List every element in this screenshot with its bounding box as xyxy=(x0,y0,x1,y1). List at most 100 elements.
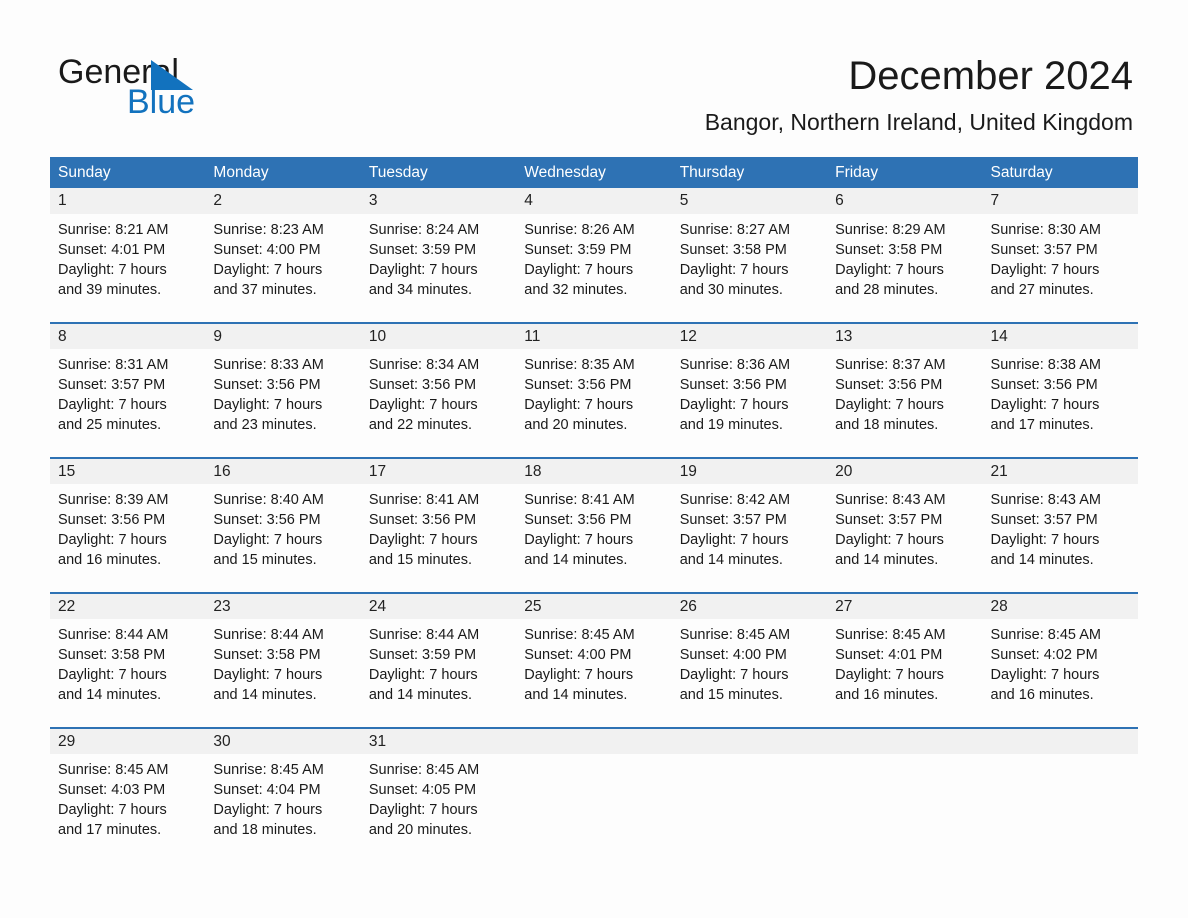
day-cell[interactable]: Sunrise: 8:26 AM Sunset: 3:59 PM Dayligh… xyxy=(516,214,672,323)
daylight-text-line2: and 14 minutes. xyxy=(213,687,317,703)
day-number[interactable]: 8 xyxy=(50,322,206,349)
sunrise-text: Sunrise: 8:34 AM xyxy=(368,357,480,373)
day-number[interactable]: 31 xyxy=(360,727,517,754)
day-number[interactable]: 18 xyxy=(516,457,672,484)
day-cell[interactable]: Sunrise: 8:35 AM Sunset: 3:56 PM Dayligh… xyxy=(516,349,672,458)
day-number[interactable]: 6 xyxy=(827,188,983,214)
sunrise-text: Sunrise: 8:38 AM xyxy=(990,357,1101,373)
sunset-text: Sunset: 3:56 PM xyxy=(524,512,632,528)
day-number[interactable]: 10 xyxy=(360,322,517,349)
day-number[interactable]: 5 xyxy=(671,188,828,214)
day-cell[interactable]: Sunrise: 8:45 AM Sunset: 4:01 PM Dayligh… xyxy=(827,619,983,728)
sunrise-text: Sunrise: 8:31 AM xyxy=(58,357,169,373)
day-cell[interactable]: Sunrise: 8:31 AM Sunset: 3:57 PM Dayligh… xyxy=(50,349,206,458)
day-number[interactable]: 13 xyxy=(827,322,983,349)
day-cell[interactable]: Sunrise: 8:43 AM Sunset: 3:57 PM Dayligh… xyxy=(982,484,1138,593)
day-number[interactable]: 11 xyxy=(516,322,672,349)
day-number[interactable]: 17 xyxy=(360,457,517,484)
weekday-header-friday: Friday xyxy=(827,157,983,188)
day-number[interactable]: 21 xyxy=(982,457,1138,484)
day-number[interactable]: 3 xyxy=(360,188,517,214)
day-cell[interactable]: Sunrise: 8:29 AM Sunset: 3:58 PM Dayligh… xyxy=(827,214,983,323)
day-cell[interactable]: Sunrise: 8:45 AM Sunset: 4:00 PM Dayligh… xyxy=(671,619,828,728)
sunrise-text: Sunrise: 8:45 AM xyxy=(990,627,1101,643)
day-number[interactable]: 25 xyxy=(516,592,672,619)
day-cell[interactable]: Sunrise: 8:24 AM Sunset: 3:59 PM Dayligh… xyxy=(360,214,517,323)
day-number[interactable]: 16 xyxy=(205,457,361,484)
daylight-text-line2: and 14 minutes. xyxy=(990,552,1094,568)
day-number[interactable]: 24 xyxy=(360,592,517,619)
sunrise-text: Sunrise: 8:21 AM xyxy=(58,222,169,238)
day-number[interactable]: 20 xyxy=(827,457,983,484)
day-cell[interactable]: Sunrise: 8:45 AM Sunset: 4:00 PM Dayligh… xyxy=(516,619,672,728)
day-number[interactable]: 9 xyxy=(205,322,361,349)
daylight-text-line1: Daylight: 7 hours xyxy=(524,397,634,413)
day-number[interactable]: 14 xyxy=(982,322,1138,349)
day-number-row: 22 23 24 25 26 27 28 xyxy=(50,592,1138,619)
daylight-text-line1: Daylight: 7 hours xyxy=(835,667,944,683)
day-cell[interactable]: Sunrise: 8:41 AM Sunset: 3:56 PM Dayligh… xyxy=(360,484,517,593)
day-cell[interactable]: Sunrise: 8:21 AM Sunset: 4:01 PM Dayligh… xyxy=(50,214,206,323)
daylight-text-line1: Daylight: 7 hours xyxy=(368,667,478,683)
day-number[interactable]: 28 xyxy=(982,592,1138,619)
day-cell[interactable]: Sunrise: 8:39 AM Sunset: 3:56 PM Dayligh… xyxy=(50,484,206,593)
day-cell[interactable]: Sunrise: 8:38 AM Sunset: 3:56 PM Dayligh… xyxy=(982,349,1138,458)
day-number[interactable]: 22 xyxy=(50,592,206,619)
sunset-text: Sunset: 3:57 PM xyxy=(990,512,1098,528)
day-cell[interactable]: Sunrise: 8:27 AM Sunset: 3:58 PM Dayligh… xyxy=(671,214,828,323)
day-number[interactable]: 27 xyxy=(827,592,983,619)
day-cell[interactable]: Sunrise: 8:45 AM Sunset: 4:05 PM Dayligh… xyxy=(360,754,517,854)
day-number[interactable]: 12 xyxy=(671,322,828,349)
day-cell[interactable]: Sunrise: 8:45 AM Sunset: 4:03 PM Dayligh… xyxy=(50,754,206,854)
general-blue-logo[interactable]: General Blue xyxy=(58,52,358,132)
day-cell[interactable]: Sunrise: 8:37 AM Sunset: 3:56 PM Dayligh… xyxy=(827,349,983,458)
day-cell[interactable]: Sunrise: 8:41 AM Sunset: 3:56 PM Dayligh… xyxy=(516,484,672,593)
logo-text-blue: Blue xyxy=(127,83,196,121)
daylight-text-line2: and 34 minutes. xyxy=(368,282,473,298)
day-cell[interactable]: Sunrise: 8:42 AM Sunset: 3:57 PM Dayligh… xyxy=(671,484,828,593)
day-number-empty xyxy=(516,727,672,754)
sunrise-text: Sunrise: 8:35 AM xyxy=(524,357,635,373)
day-cell[interactable]: Sunrise: 8:44 AM Sunset: 3:59 PM Dayligh… xyxy=(360,619,517,728)
day-number[interactable]: 1 xyxy=(50,188,206,214)
day-cell[interactable]: Sunrise: 8:43 AM Sunset: 3:57 PM Dayligh… xyxy=(827,484,983,593)
day-number[interactable]: 23 xyxy=(205,592,361,619)
day-cell[interactable]: Sunrise: 8:44 AM Sunset: 3:58 PM Dayligh… xyxy=(50,619,206,728)
daylight-text-line1: Daylight: 7 hours xyxy=(213,532,323,548)
sunrise-text: Sunrise: 8:43 AM xyxy=(835,492,946,508)
day-number[interactable]: 2 xyxy=(205,188,361,214)
day-number-empty xyxy=(671,727,828,754)
day-info-row: Sunrise: 8:44 AM Sunset: 3:58 PM Dayligh… xyxy=(50,619,1138,728)
day-cell-empty xyxy=(827,754,983,854)
sunset-text: Sunset: 3:56 PM xyxy=(368,377,477,393)
daylight-text-line2: and 30 minutes. xyxy=(679,282,783,298)
day-cell[interactable]: Sunrise: 8:45 AM Sunset: 4:04 PM Dayligh… xyxy=(205,754,361,854)
sunset-text: Sunset: 4:00 PM xyxy=(213,242,321,258)
sunset-text: Sunset: 4:00 PM xyxy=(524,647,632,663)
day-number[interactable]: 15 xyxy=(50,457,206,484)
day-number[interactable]: 19 xyxy=(671,457,828,484)
day-cell-empty xyxy=(516,754,672,854)
daylight-text-line1: Daylight: 7 hours xyxy=(368,397,478,413)
day-cell[interactable]: Sunrise: 8:30 AM Sunset: 3:57 PM Dayligh… xyxy=(982,214,1138,323)
day-cell[interactable]: Sunrise: 8:23 AM Sunset: 4:00 PM Dayligh… xyxy=(205,214,361,323)
weekday-header-monday: Monday xyxy=(205,157,361,188)
sunrise-text: Sunrise: 8:41 AM xyxy=(368,492,480,508)
weekday-header-sunday: Sunday xyxy=(50,157,206,188)
day-cell[interactable]: Sunrise: 8:36 AM Sunset: 3:56 PM Dayligh… xyxy=(671,349,828,458)
day-number[interactable]: 7 xyxy=(982,188,1138,214)
day-cell[interactable]: Sunrise: 8:34 AM Sunset: 3:56 PM Dayligh… xyxy=(360,349,517,458)
day-cell[interactable]: Sunrise: 8:45 AM Sunset: 4:02 PM Dayligh… xyxy=(982,619,1138,728)
sunset-text: Sunset: 3:58 PM xyxy=(835,242,943,258)
day-number[interactable]: 4 xyxy=(516,188,672,214)
day-cell[interactable]: Sunrise: 8:40 AM Sunset: 3:56 PM Dayligh… xyxy=(205,484,361,593)
weekday-header-saturday: Saturday xyxy=(982,157,1138,188)
day-cell[interactable]: Sunrise: 8:33 AM Sunset: 3:56 PM Dayligh… xyxy=(205,349,361,458)
daylight-text-line2: and 14 minutes. xyxy=(58,687,162,703)
day-number[interactable]: 26 xyxy=(671,592,828,619)
day-number[interactable]: 29 xyxy=(50,727,206,754)
day-number-row: 8 9 10 11 12 13 14 xyxy=(50,322,1138,349)
day-cell[interactable]: Sunrise: 8:44 AM Sunset: 3:58 PM Dayligh… xyxy=(205,619,361,728)
daylight-text-line1: Daylight: 7 hours xyxy=(368,262,478,278)
day-number[interactable]: 30 xyxy=(205,727,361,754)
